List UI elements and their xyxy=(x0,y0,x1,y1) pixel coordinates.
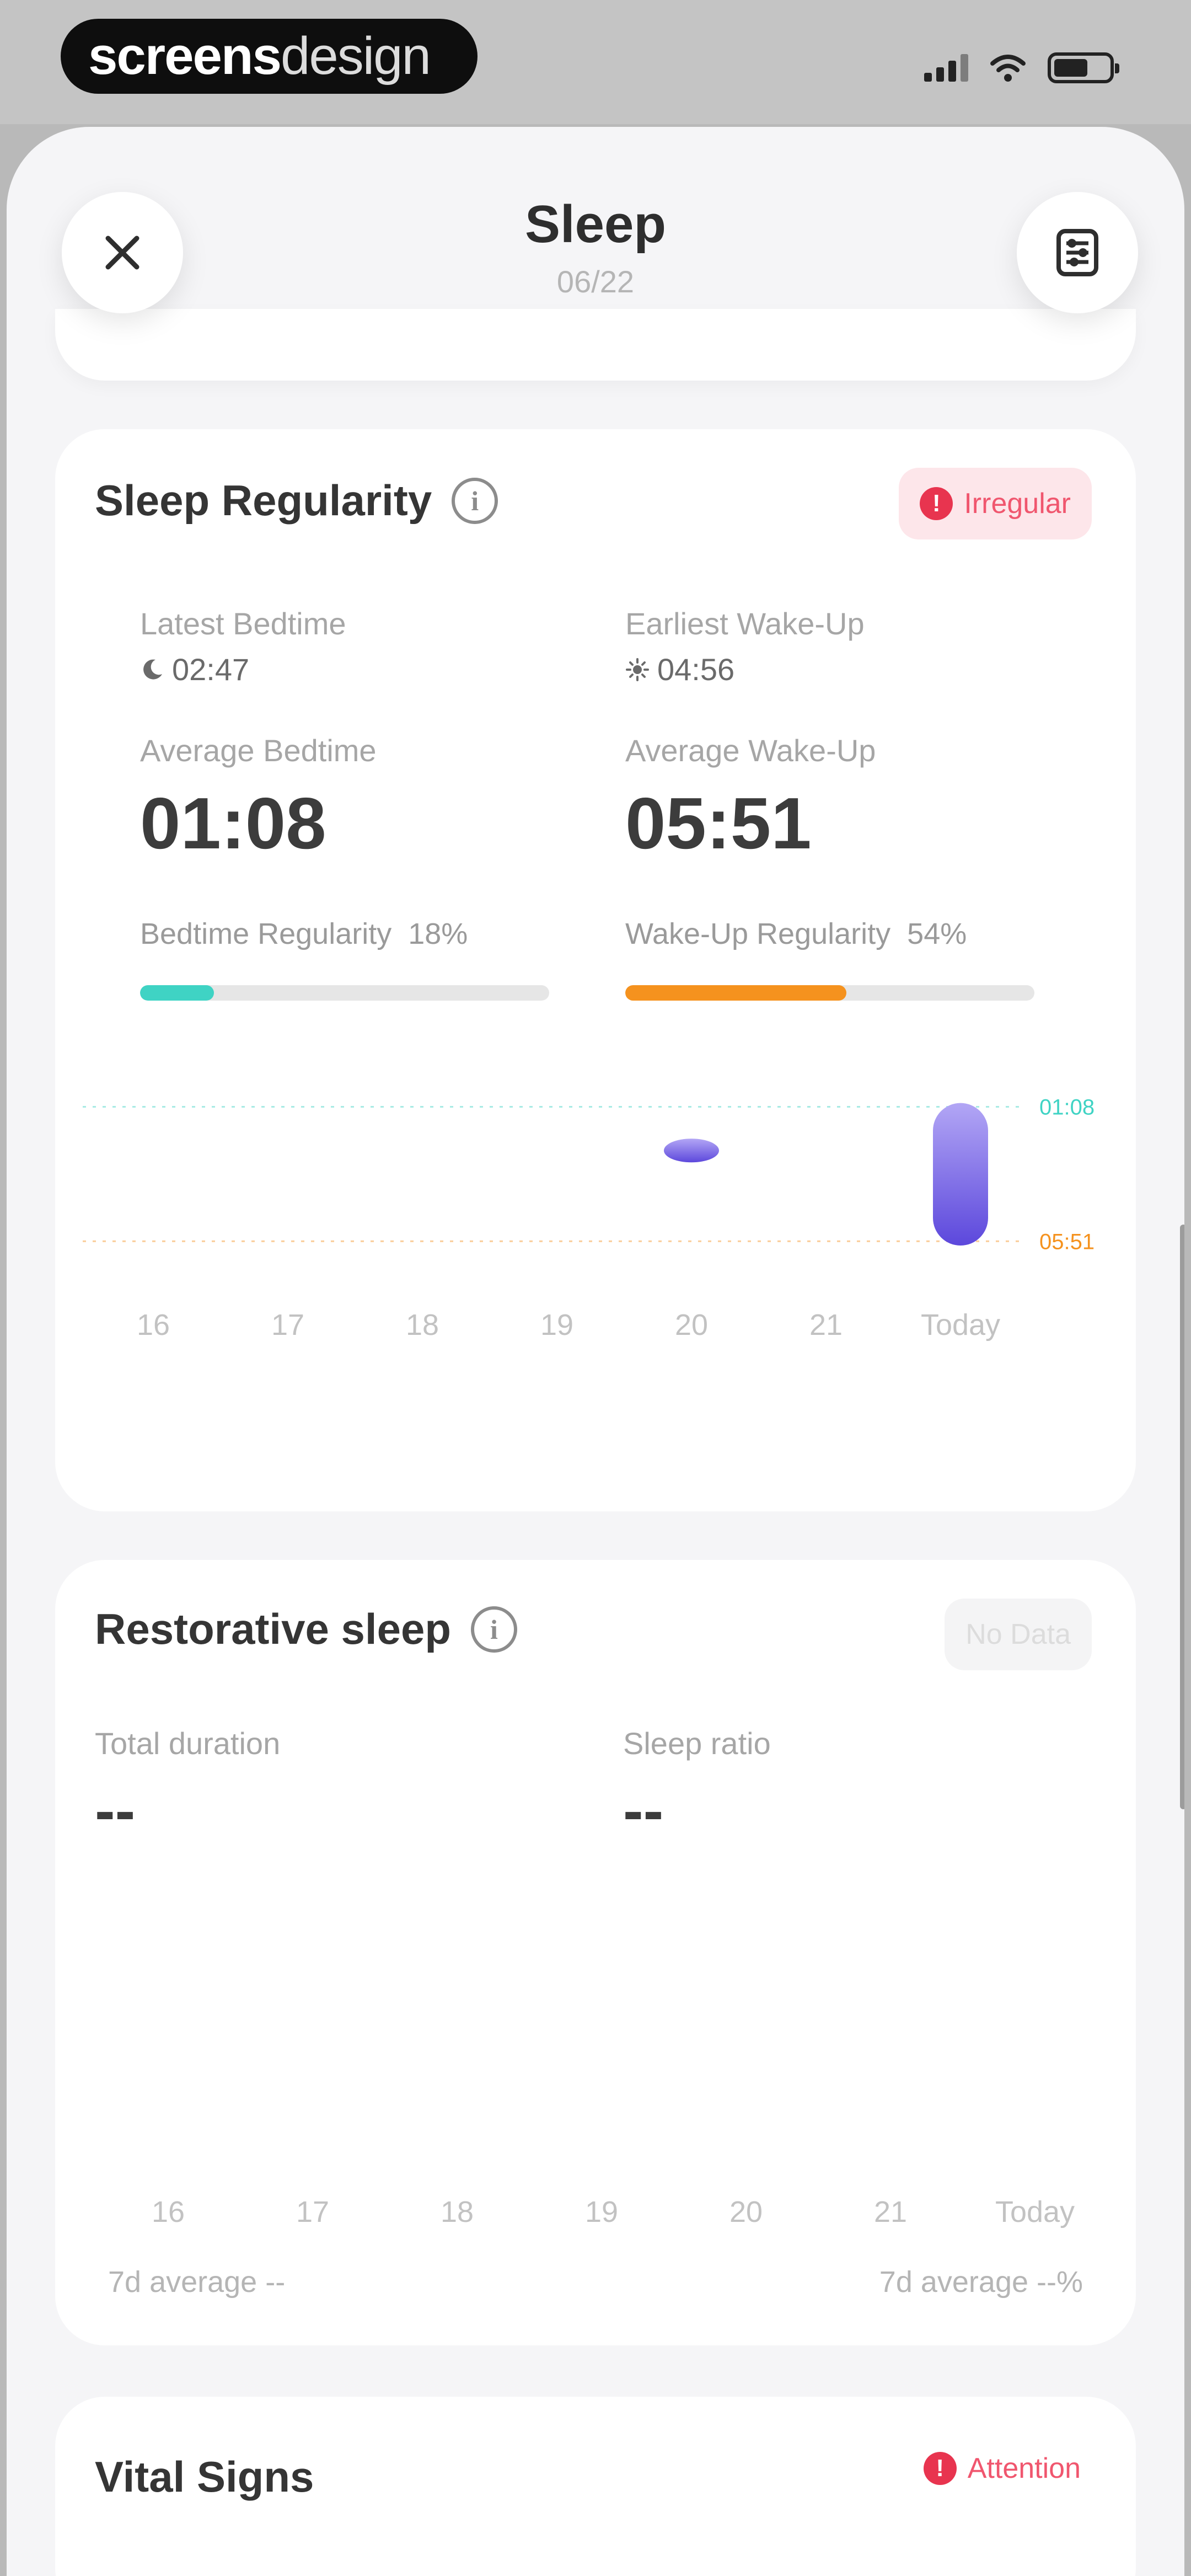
bedtime-regularity-fill xyxy=(140,985,214,1001)
status-badge-irregular: ! Irregular xyxy=(899,468,1092,539)
earliest-wakeup-label: Earliest Wake-Up xyxy=(625,606,865,641)
x-tick-label: 17 xyxy=(271,1308,304,1342)
seven-day-average-duration: 7d average -- xyxy=(108,2265,286,2299)
x-tick-label: 16 xyxy=(137,1308,170,1342)
restorative-sleep-card: Restorative sleep i No Data Total durati… xyxy=(55,1560,1136,2345)
wakeup-regularity: Wake-Up Regularity 54% xyxy=(625,917,967,951)
status-bar: screensdesign xyxy=(0,0,1191,124)
sleep-regularity-card: Sleep Regularity i ! Irregular Latest Be… xyxy=(55,429,1136,1511)
sleep-ratio-value: -- xyxy=(623,1777,664,1845)
average-bedtime-value: 01:08 xyxy=(140,783,326,864)
reference-label-wakeup: 05:51 xyxy=(1039,1230,1095,1254)
scrollbar[interactable] xyxy=(1180,1225,1184,1809)
wakeup-regularity-fill xyxy=(625,985,846,1001)
bedtime-regularity-label: Bedtime Regularity xyxy=(140,917,392,950)
latest-bedtime-value: 02:47 xyxy=(172,652,250,687)
status-badge-no-data: No Data xyxy=(945,1599,1092,1670)
sleep-bar-20[interactable] xyxy=(664,1139,719,1163)
x-tick-label: 21 xyxy=(809,1308,843,1342)
wakeup-regularity-value: 54% xyxy=(907,917,967,950)
bedtime-regularity: Bedtime Regularity 18% xyxy=(140,917,468,951)
average-wakeup-label: Average Wake-Up xyxy=(625,733,876,768)
average-wakeup: Average Wake-Up 05:51 xyxy=(625,733,876,865)
x-tick-label: 19 xyxy=(585,2195,618,2228)
info-icon[interactable]: i xyxy=(452,477,498,524)
brand-logo-bold: screens xyxy=(88,26,282,85)
sleep-bar-today[interactable] xyxy=(933,1103,988,1246)
latest-bedtime: Latest Bedtime 02:47 xyxy=(140,606,346,687)
signal-icon xyxy=(924,54,968,82)
x-tick-label: 16 xyxy=(152,2195,185,2228)
sheet-header: Sleep 06/22 xyxy=(7,127,1184,386)
bedtime-regularity-bar xyxy=(140,985,549,1001)
average-bedtime: Average Bedtime 01:08 xyxy=(140,733,377,865)
sun-icon xyxy=(626,658,649,681)
x-tick-label: Today xyxy=(921,1308,1000,1342)
sleep-ratio-label: Sleep ratio xyxy=(623,1726,771,1761)
status-badge-label: Attention xyxy=(967,2452,1081,2484)
alert-icon: ! xyxy=(920,487,953,520)
status-icons xyxy=(924,49,1119,87)
x-tick-label: Today xyxy=(995,2195,1075,2228)
earliest-wakeup-row: 04:56 xyxy=(625,651,865,687)
battery-icon xyxy=(1048,52,1119,83)
vital-signs-title: Vital Signs xyxy=(95,2452,314,2501)
average-bedtime-label: Average Bedtime xyxy=(140,733,377,768)
restorative-chart-axis: 16 17 18 19 20 21 Today xyxy=(152,2195,1075,2228)
total-duration-label: Total duration xyxy=(95,1726,281,1761)
x-tick-label: 19 xyxy=(540,1308,573,1342)
moon-icon xyxy=(143,659,162,680)
page-date: 06/22 xyxy=(556,264,635,299)
sleep-sheet: Sleep 06/22 Sleep Regularity i ! Irregul… xyxy=(7,127,1184,2576)
total-duration: Total duration -- xyxy=(95,1725,280,1846)
sleep-regularity-header: Sleep Regularity i xyxy=(95,475,498,526)
settings-button[interactable] xyxy=(1017,192,1138,313)
latest-bedtime-label: Latest Bedtime xyxy=(140,606,346,641)
info-icon[interactable]: i xyxy=(470,1606,517,1653)
earliest-wakeup-value: 04:56 xyxy=(657,652,735,687)
seven-day-average-ratio: 7d average --% xyxy=(879,2265,1083,2299)
sleep-regularity-title: Sleep Regularity xyxy=(95,476,432,525)
latest-bedtime-row: 02:47 xyxy=(140,651,346,687)
earliest-wakeup: Earliest Wake-Up 04:56 xyxy=(625,606,865,687)
reference-label-bedtime: 01:08 xyxy=(1039,1095,1095,1120)
x-tick-label: 20 xyxy=(729,2195,763,2228)
x-tick-label: 20 xyxy=(675,1308,708,1342)
x-tick-label: 18 xyxy=(406,1308,439,1342)
brand-logo: screensdesign xyxy=(61,19,478,94)
page-title: Sleep xyxy=(524,195,667,254)
vital-signs-card: Vital Signs ! Attention xyxy=(55,2397,1136,2576)
vital-signs-header: Vital Signs xyxy=(95,2452,314,2502)
alert-icon: ! xyxy=(923,2452,957,2485)
restorative-sleep-title: Restorative sleep xyxy=(95,1605,451,1653)
x-tick-label: 18 xyxy=(441,2195,474,2228)
status-badge-attention: ! Attention xyxy=(923,2452,1081,2485)
status-badge-label: No Data xyxy=(965,1618,1071,1650)
brand-logo-light: design xyxy=(280,26,431,85)
x-tick-label: 21 xyxy=(874,2195,907,2228)
sliders-icon xyxy=(1056,229,1098,276)
restorative-sleep-header: Restorative sleep i xyxy=(95,1604,517,1654)
sleep-regularity-chart: 01:08 05:51 16 17 18 19 20 21 Today xyxy=(83,1095,1095,1342)
status-badge-label: Irregular xyxy=(964,488,1071,520)
wakeup-regularity-label: Wake-Up Regularity xyxy=(625,917,891,950)
x-tick-label: 17 xyxy=(296,2195,329,2228)
sleep-ratio: Sleep ratio -- xyxy=(623,1725,771,1846)
wifi-icon xyxy=(990,55,1026,82)
wakeup-regularity-bar xyxy=(625,985,1034,1001)
bedtime-regularity-value: 18% xyxy=(408,917,468,950)
average-wakeup-value: 05:51 xyxy=(625,783,812,864)
total-duration-value: -- xyxy=(95,1777,136,1845)
